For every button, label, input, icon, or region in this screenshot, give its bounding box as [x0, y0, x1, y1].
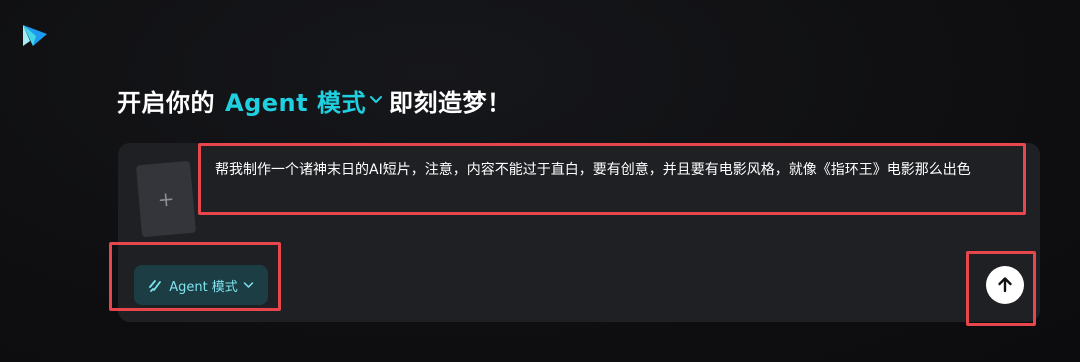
title-suffix: 即刻造梦！ [388, 88, 512, 117]
upload-reference-button[interactable]: + [135, 160, 197, 238]
arrow-up-icon [998, 277, 1012, 293]
paper-plane-logo-icon[interactable] [20, 22, 50, 50]
prompt-input[interactable]: 帮我制作一个诸神末日的AI短片，注意，内容不能过于直白，要有创意，并且要有电影风… [198, 143, 1026, 215]
agent-mode-label: Agent 模式 [169, 279, 238, 295]
chevron-down-icon[interactable] [369, 95, 383, 105]
agent-mode-button[interactable]: Agent 模式 [134, 265, 268, 305]
chevron-down-icon [243, 282, 254, 288]
agent-page: 开启你的 Agent 模式 即刻造梦！ + 帮我制作一个诸神末日的AI短片，注意… [0, 0, 1080, 362]
prompt-text: 帮我制作一个诸神末日的AI短片，注意，内容不能过于直白，要有创意，并且要有电影风… [215, 162, 971, 178]
title-prefix: 开启你的 [117, 88, 215, 117]
page-title: 开启你的 Agent 模式 即刻造梦！ [117, 82, 511, 118]
plus-icon: + [156, 186, 176, 212]
send-button[interactable] [986, 266, 1024, 304]
title-mode-text[interactable]: Agent 模式 [225, 83, 366, 118]
agent-slash-icon [149, 280, 162, 292]
